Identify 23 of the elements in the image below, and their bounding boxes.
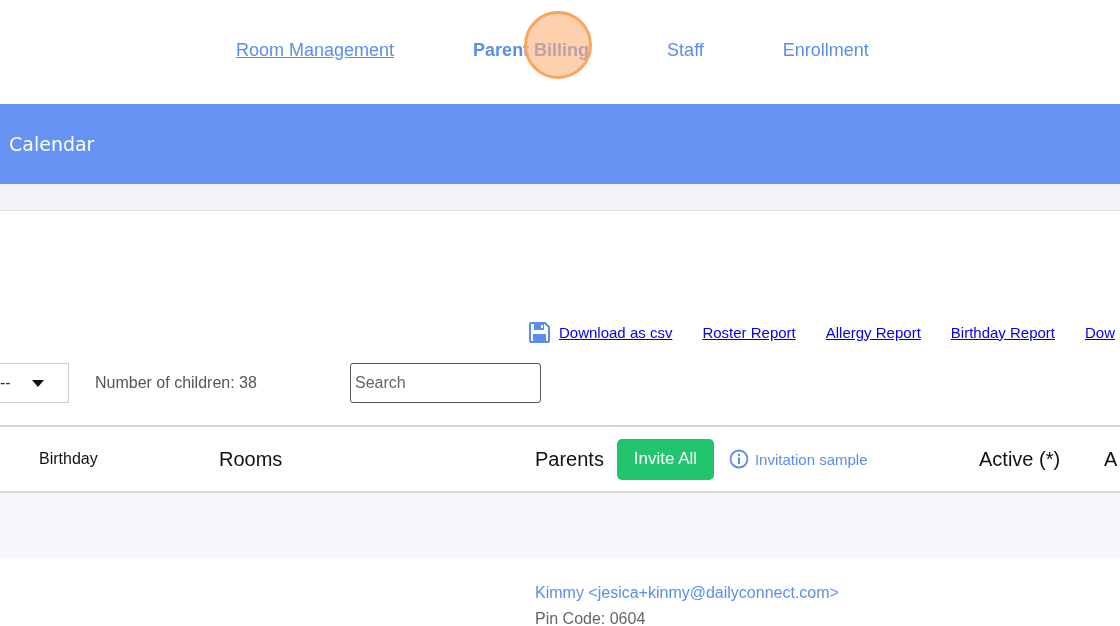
invitation-sample-link[interactable]: Invitation sample bbox=[728, 449, 868, 469]
children-count: Number of children: 38 bbox=[95, 374, 258, 392]
search-field[interactable]: Search bbox=[350, 363, 541, 403]
invite-all-button[interactable]: Invite All bbox=[616, 438, 714, 480]
pin-code: Pin Code: 0604 bbox=[535, 609, 647, 626]
page-title: Calendar bbox=[9, 133, 95, 155]
column-header: A bbox=[1104, 447, 1118, 471]
column-header: Parents bbox=[535, 447, 604, 471]
nav-link[interactable]: Staff bbox=[667, 39, 704, 61]
report-link[interactable]: Allergy Report bbox=[825, 323, 921, 341]
column-header: Active (*) bbox=[979, 447, 1061, 471]
parent-email-link[interactable]: Kimmy <jesica+kinmy@dailyconnect.com> bbox=[535, 580, 1120, 606]
report-link[interactable]: Birthday Report bbox=[950, 323, 1056, 341]
nav-link[interactable]: Enrollment bbox=[782, 39, 869, 61]
caret-icon bbox=[32, 379, 44, 387]
report-link[interactable]: Roster Report bbox=[702, 323, 796, 341]
column-header: Birthday bbox=[39, 450, 98, 468]
report-link[interactable]: Dow bbox=[1085, 323, 1116, 341]
info-icon bbox=[728, 449, 749, 469]
nav-link[interactable]: Room Management bbox=[236, 39, 395, 61]
column-header: Rooms bbox=[219, 447, 283, 471]
filter-dropdown[interactable]: -- bbox=[0, 363, 69, 403]
download-csv-link[interactable]: Download as csv bbox=[529, 321, 673, 343]
